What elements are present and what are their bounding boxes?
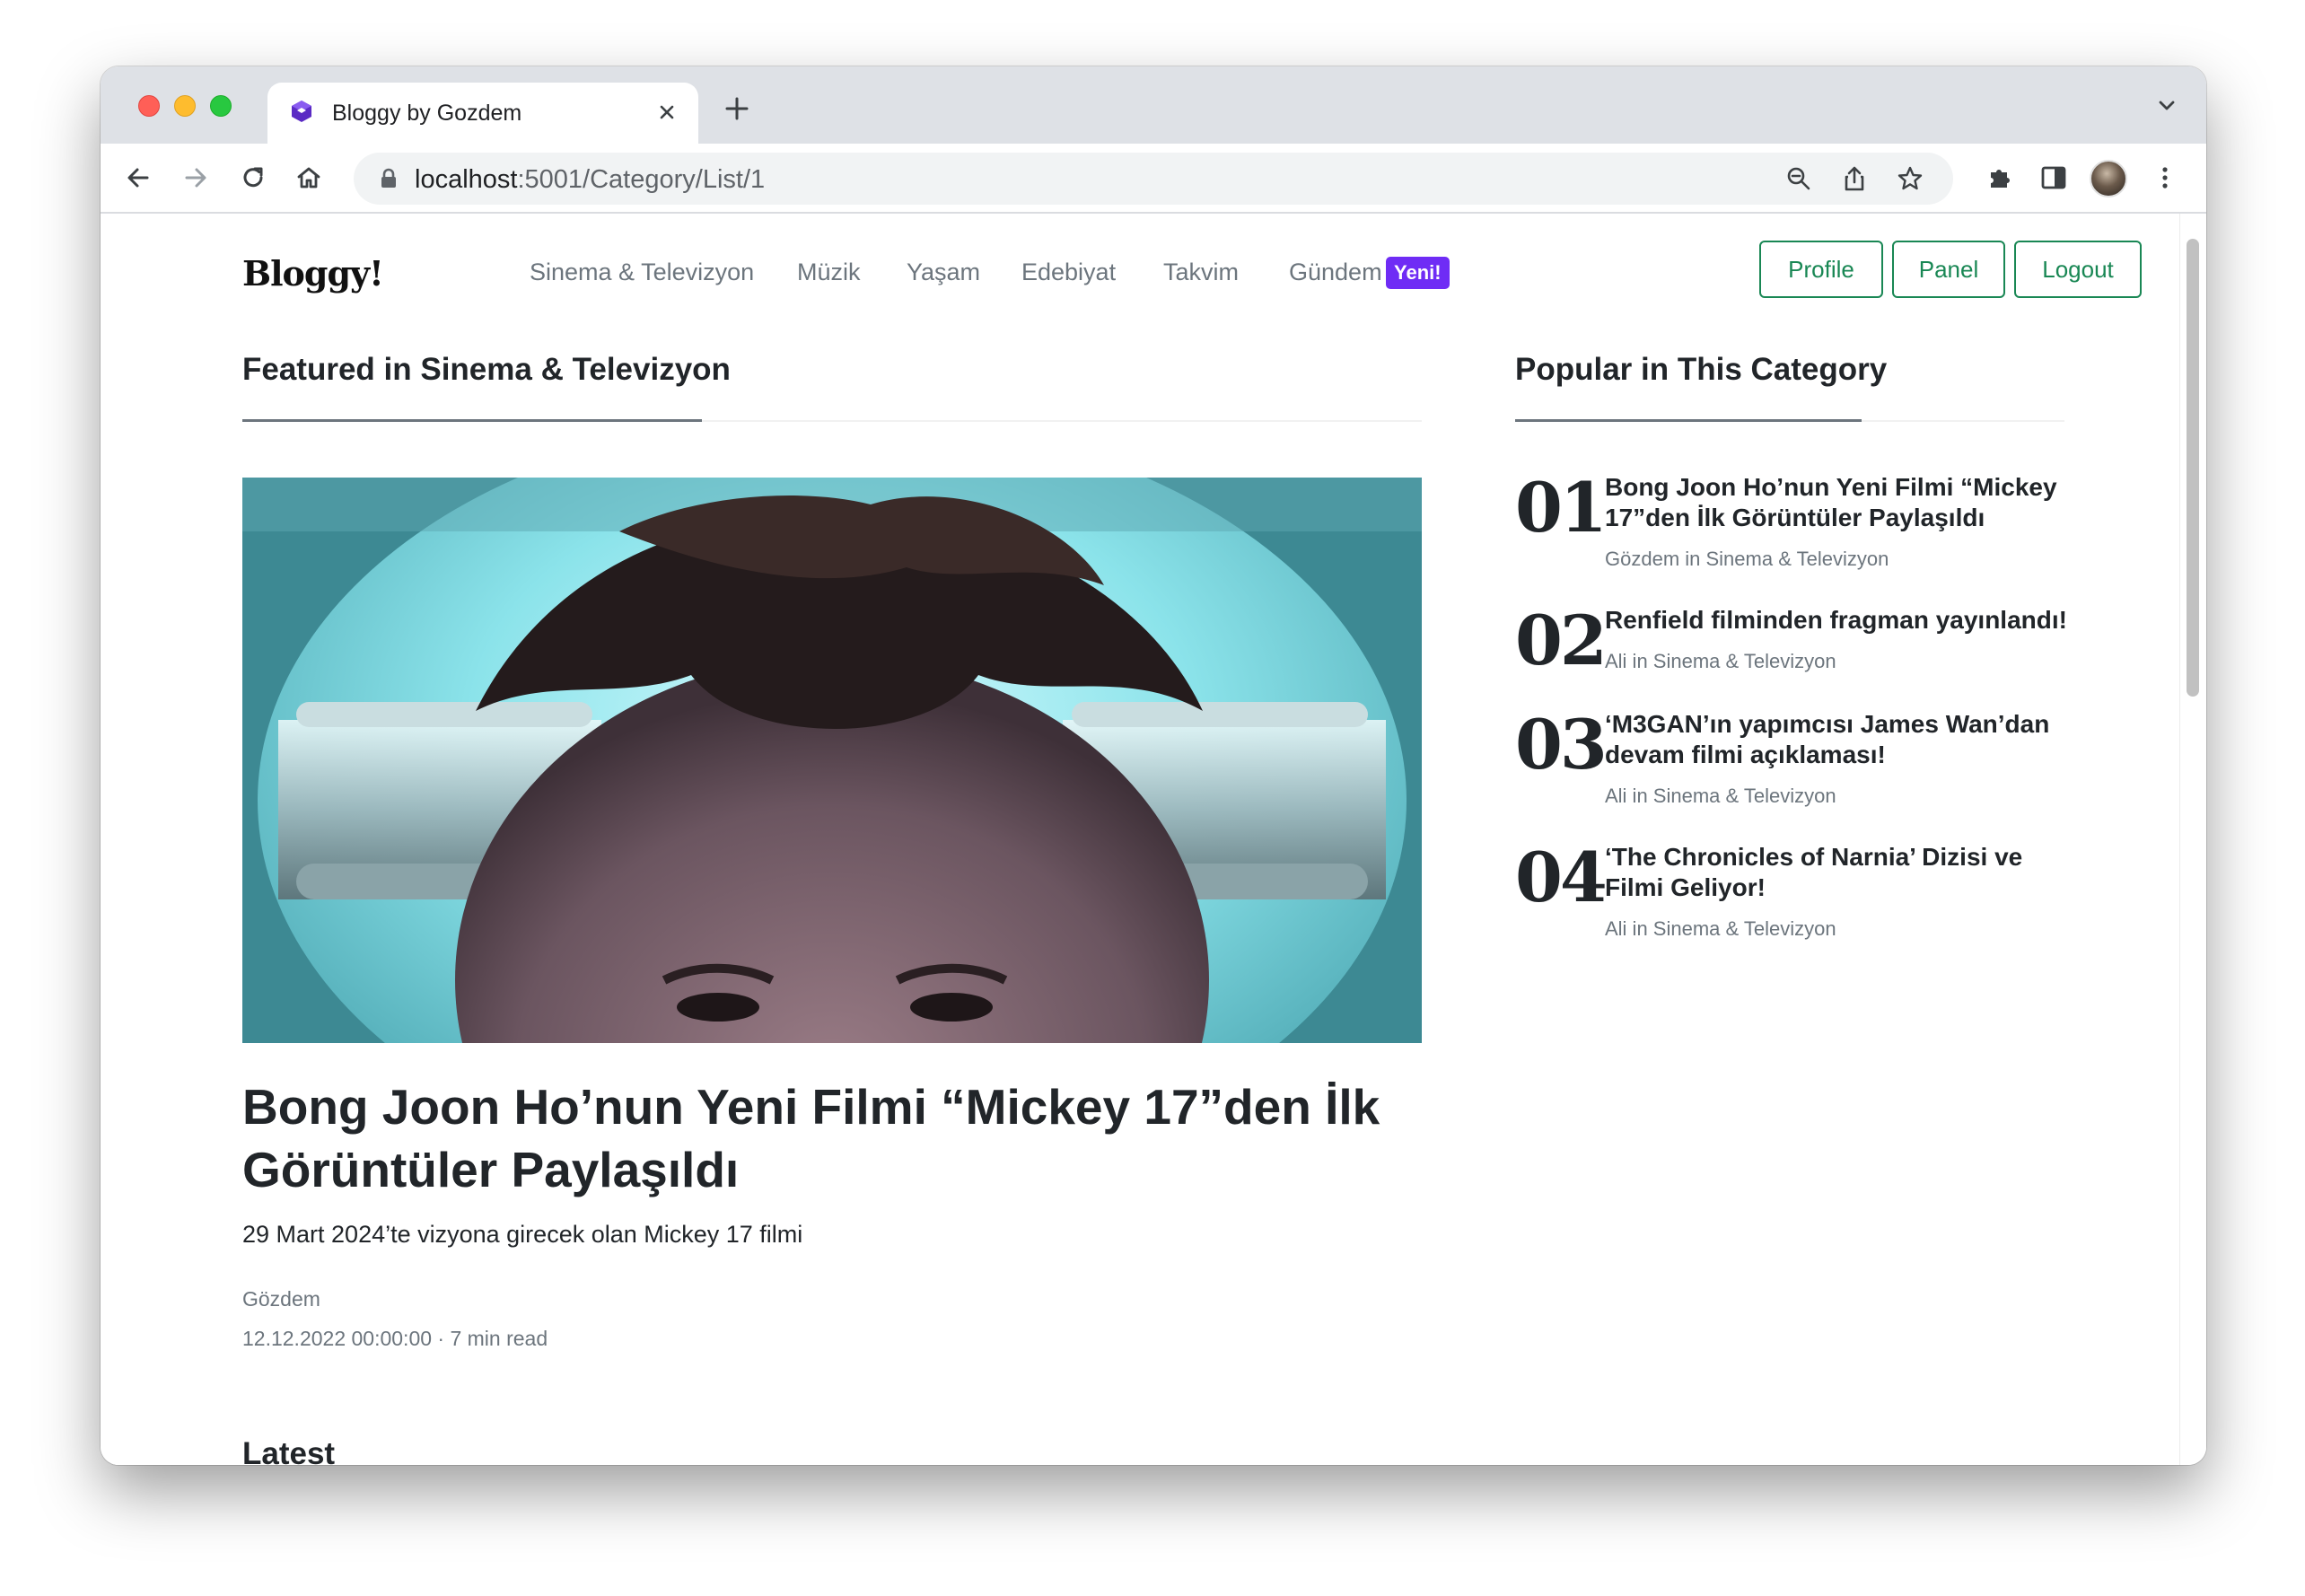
panel-button[interactable]: Panel	[1892, 241, 2005, 298]
popular-rank: 04	[1515, 837, 1608, 917]
featured-author[interactable]: Gözdem	[242, 1287, 320, 1311]
featured-image[interactable]	[242, 478, 1422, 1043]
nav-yasam[interactable]: Yaşam	[907, 259, 980, 286]
tab-title: Bloggy by Gozdem	[332, 101, 522, 126]
popular-title[interactable]: Bong Joon Ho’nun Yeni Filmi “Mickey 17”d…	[1605, 472, 2072, 533]
profile-button[interactable]: Profile	[1759, 241, 1883, 298]
address-bar[interactable]: localhost:5001/Category/List/1	[354, 153, 1953, 205]
forward-arrow-icon[interactable]	[180, 162, 212, 194]
side-panel-icon[interactable]	[2038, 162, 2070, 194]
bloggy-favicon-icon	[292, 101, 311, 122]
featured-divider-accent	[242, 419, 702, 422]
url-text[interactable]: localhost:5001/Category/List/1	[415, 165, 765, 195]
popular-rank: 02	[1515, 601, 1608, 680]
popular-divider-accent	[1515, 419, 1862, 422]
popular-meta: Gözdem in Sinema & Televizyon	[1605, 548, 1889, 570]
featured-date-read: 12.12.2022 00:00:00 · 7 min read	[242, 1327, 548, 1350]
extensions-puzzle-icon[interactable]	[1984, 162, 2016, 194]
close-tab-icon[interactable]	[653, 99, 680, 126]
popular-section-title: Popular in This Category	[1515, 352, 1888, 387]
profile-avatar[interactable]	[2090, 160, 2127, 197]
site-brand[interactable]: Bloggy!	[242, 253, 384, 294]
popular-meta: Ali in Sinema & Televizyon	[1605, 917, 1836, 940]
popular-rank: 01	[1515, 468, 1608, 548]
new-tab-icon[interactable]	[723, 95, 750, 122]
popular-title[interactable]: Renfield filminden fragman yayınlandı!	[1605, 605, 2072, 636]
logout-button[interactable]: Logout	[2014, 241, 2142, 298]
popular-title[interactable]: ‘The Chronicles of Narnia’ Dizisi ve Fil…	[1605, 842, 2072, 903]
share-icon[interactable]	[1840, 164, 1869, 193]
browser-window: Bloggy by Gozdem localhost:5001/Category…	[101, 66, 2206, 1465]
featured-article-title[interactable]: Bong Joon Ho’nun Yeni Filmi “Mickey 17”d…	[242, 1075, 1422, 1201]
featured-image-illustration	[242, 478, 1422, 1043]
back-arrow-icon[interactable]	[122, 162, 154, 194]
popular-rank: 03	[1515, 705, 1608, 785]
featured-article-subtitle: 29 Mart 2024’te vizyona girecek olan Mic…	[242, 1221, 803, 1248]
browser-toolbar: localhost:5001/Category/List/1	[101, 144, 2206, 214]
nav-muzik[interactable]: Müzik	[797, 259, 861, 286]
featured-section-title: Featured in Sinema & Televizyon	[242, 352, 731, 387]
latest-section-title: Latest	[242, 1436, 336, 1465]
active-tab[interactable]: Bloggy by Gozdem	[267, 83, 698, 144]
nav-gundem[interactable]: Gündem	[1289, 259, 1382, 286]
page-viewport: Bloggy! Sinema & Televizyon Müzik Yaşam …	[101, 214, 2206, 1465]
url-host: localhost	[415, 165, 518, 194]
nav-sinema-televizyon[interactable]: Sinema & Televizyon	[530, 259, 754, 286]
minimize-window-button[interactable]	[174, 95, 196, 117]
nav-takvim[interactable]: Takvim	[1163, 259, 1239, 286]
kebab-menu-icon[interactable]	[2149, 162, 2181, 194]
tab-search-chevron-icon[interactable]	[2154, 93, 2179, 118]
close-window-button[interactable]	[138, 95, 160, 117]
scrollbar-track[interactable]	[2179, 214, 2206, 1465]
zoom-icon[interactable]	[1784, 164, 1813, 193]
nav-edebiyat[interactable]: Edebiyat	[1021, 259, 1116, 286]
new-badge: Yeni!	[1386, 257, 1450, 289]
popular-title[interactable]: ‘M3GAN’ın yapımcısı James Wan’dan devam …	[1605, 709, 2072, 770]
lock-icon[interactable]	[377, 167, 400, 190]
home-icon[interactable]	[293, 162, 325, 194]
scrollbar-thumb[interactable]	[2187, 239, 2199, 697]
maximize-window-button[interactable]	[210, 95, 232, 117]
reload-icon[interactable]	[237, 162, 269, 194]
popular-meta: Ali in Sinema & Televizyon	[1605, 650, 1836, 672]
popular-meta: Ali in Sinema & Televizyon	[1605, 785, 1836, 807]
bookmark-star-icon[interactable]	[1896, 164, 1924, 193]
url-path: :5001/Category/List/1	[517, 165, 766, 194]
tab-strip: Bloggy by Gozdem	[101, 66, 2206, 144]
